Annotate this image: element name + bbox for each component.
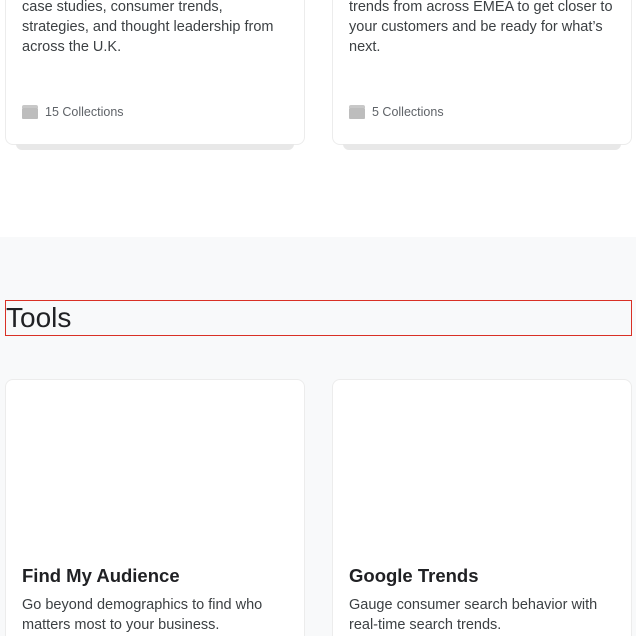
- folder-icon: [349, 105, 365, 119]
- tool-title: Google Trends: [349, 565, 479, 586]
- card-stack-decoration: [16, 144, 294, 150]
- collection-description: trends from across EMEA to get closer to…: [349, 0, 613, 55]
- collections-section: case studies, consumer trends, strategie…: [0, 0, 636, 237]
- page: case studies, consumer trends, strategie…: [0, 0, 636, 636]
- tool-description: Gauge consumer search behavior with real…: [349, 597, 598, 633]
- card-stack-decoration: [343, 144, 621, 150]
- collection-meta: 5 Collections: [349, 105, 444, 119]
- collection-count: 5 Collections: [372, 105, 444, 119]
- collection-count: 15 Collections: [45, 105, 124, 119]
- collection-meta: 15 Collections: [22, 105, 124, 119]
- tool-description: Go beyond demographics to find who matte…: [22, 597, 263, 633]
- collection-description: case studies, consumer trends, strategie…: [22, 0, 274, 55]
- tool-title: Find My Audience: [22, 565, 180, 586]
- folder-icon: [22, 105, 38, 119]
- collection-card-emea[interactable]: trends from across EMEA to get closer to…: [332, 0, 632, 150]
- tool-card-find-my-audience[interactable]: Find My Audience Go beyond demographics …: [5, 379, 305, 636]
- collection-card-uk[interactable]: case studies, consumer trends, strategie…: [5, 0, 305, 150]
- tool-card-google-trends[interactable]: Google Trends Gauge consumer search beha…: [332, 379, 632, 636]
- tools-heading: Tools: [5, 300, 632, 336]
